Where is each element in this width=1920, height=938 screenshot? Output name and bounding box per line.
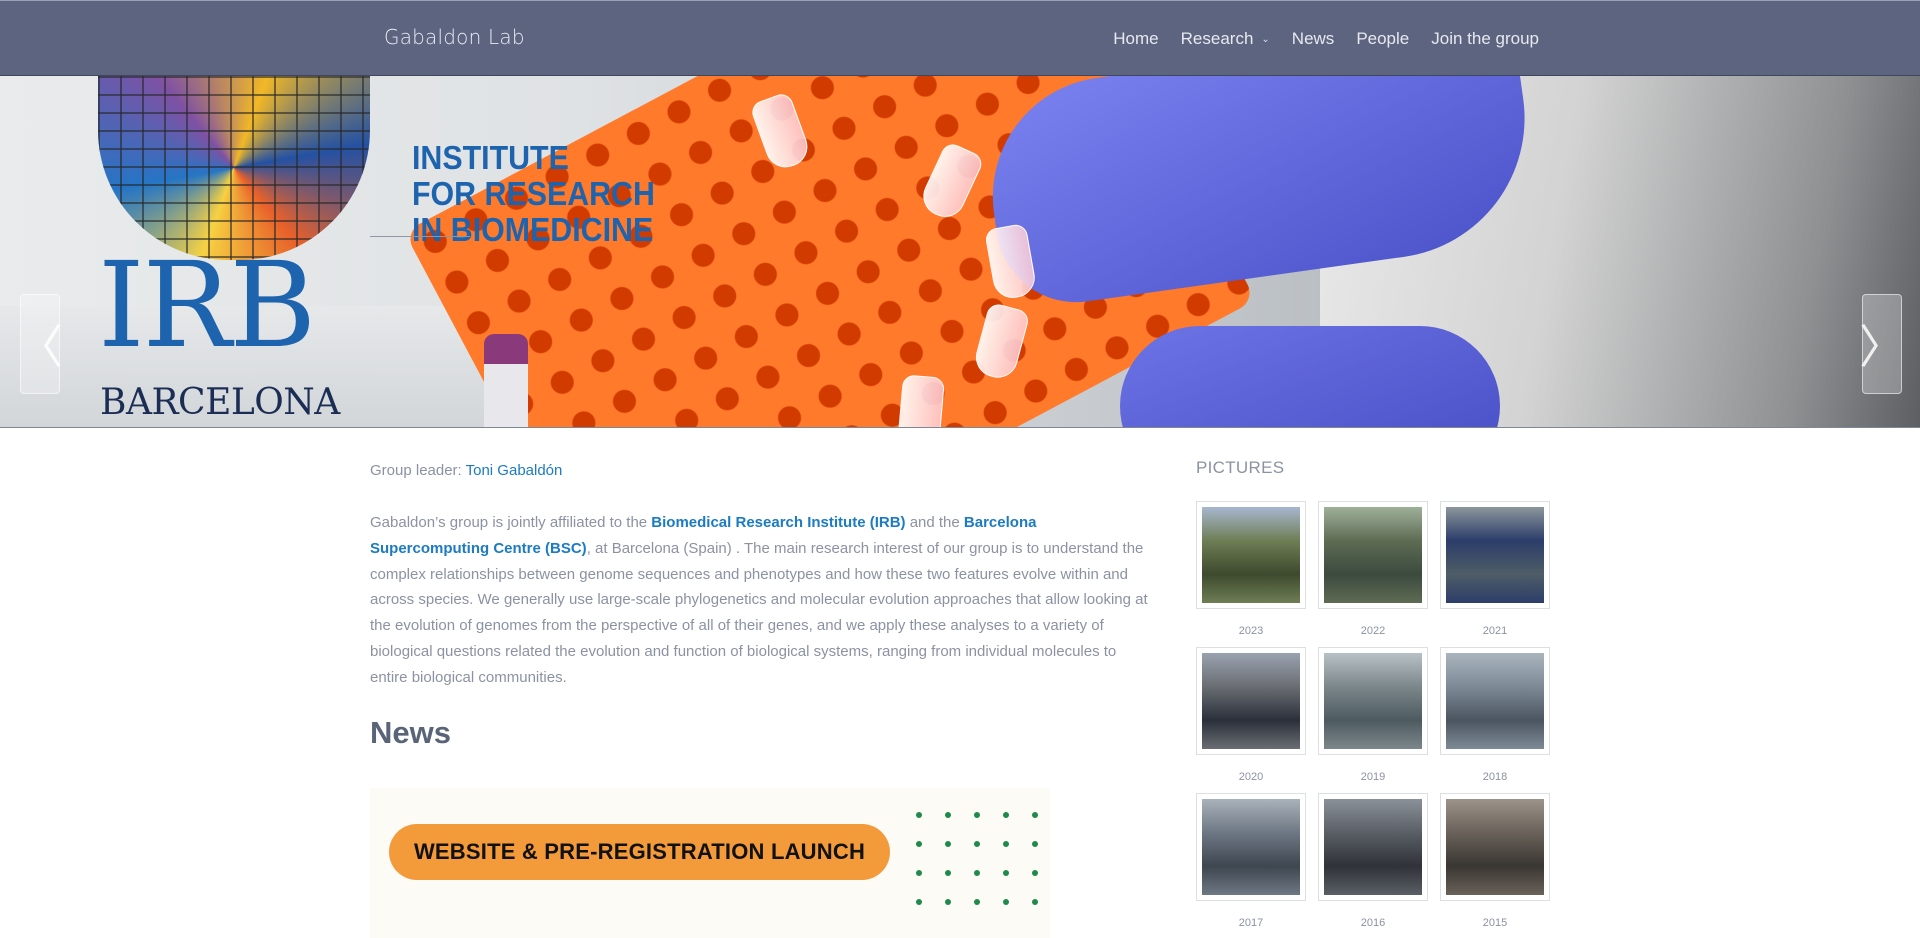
irb-link[interactable]: Biomedical Research Institute (IRB) (651, 514, 905, 531)
picture-thumbnail[interactable] (1440, 647, 1550, 755)
news-heading: News (370, 715, 451, 750)
group-photo (1202, 799, 1300, 895)
dot-decoration (974, 870, 980, 876)
nav-home[interactable]: Home (1113, 29, 1158, 49)
picture-year-label: 2023 (1238, 625, 1264, 637)
dot-decoration (1003, 899, 1009, 905)
nav-people-label: People (1356, 29, 1410, 48)
intro-text-3: , at Barcelona (Spain) . The main resear… (370, 539, 1148, 686)
nav-research[interactable]: Research ⌄ (1181, 29, 1270, 49)
dot-decoration (1032, 812, 1038, 818)
slider-prev-button[interactable]: 〈 (17, 294, 63, 394)
group-leader-label: Group leader: (370, 462, 466, 479)
picture-thumbnail[interactable] (1440, 793, 1550, 901)
dot-decoration (916, 841, 922, 847)
institute-line-3: IN BIOMEDICINE (412, 211, 654, 248)
irb-logo-city: BARCELONA (100, 382, 340, 423)
logo-divider (370, 236, 470, 237)
picture-year-label: 2019 (1360, 771, 1386, 783)
chevron-down-icon: ⌄ (1261, 33, 1270, 45)
picture-thumbnail[interactable] (1318, 793, 1428, 901)
dot-decoration (916, 870, 922, 876)
dot-decoration (1003, 870, 1009, 876)
dot-decoration (916, 812, 922, 818)
nav-news-label: News (1291, 29, 1335, 48)
institute-line-1: INSTITUTE (412, 139, 569, 176)
dot-decoration (974, 899, 980, 905)
group-photo (1202, 507, 1300, 603)
institute-logo-text: INSTITUTE FOR RESEARCH IN BIOMEDICINE (412, 140, 655, 248)
nav-join-label: Join the group (1431, 29, 1539, 48)
group-photo (1446, 653, 1544, 749)
irb-barcelona-logo: IRB BARCELONA (98, 76, 370, 428)
picture-thumbnail[interactable] (1440, 501, 1550, 609)
main-nav: Home Research ⌄ News People Join the grou… (1091, 29, 1539, 49)
top-navbar: Gabaldon Lab Home Research ⌄ News People … (0, 0, 1920, 76)
intro-text-1: Gabaldon’s group is jointly affiliated t… (370, 514, 652, 531)
group-photo (1446, 507, 1544, 603)
dot-decoration (1003, 841, 1009, 847)
irb-mosaic-emblem (98, 76, 370, 260)
picture-year-label: 2016 (1360, 917, 1386, 929)
nav-people[interactable]: People (1356, 29, 1409, 49)
news-banner[interactable]: WEBSITE & PRE-REGISTRATION LAUNCH (370, 788, 1050, 938)
site-brand-link[interactable]: Gabaldon Lab (384, 25, 525, 49)
picture-year-label: 2021 (1482, 625, 1508, 637)
dot-decoration (916, 899, 922, 905)
group-photo (1324, 653, 1422, 749)
dot-decoration (1032, 899, 1038, 905)
chevron-left-icon: 〈 (17, 320, 63, 374)
picture-thumbnail[interactable] (1196, 793, 1306, 901)
nav-news[interactable]: News (1292, 29, 1335, 49)
group-photo (1202, 653, 1300, 749)
institute-line-2: FOR RESEARCH (412, 175, 655, 212)
picture-thumbnail[interactable] (1196, 647, 1306, 755)
pictures-heading: PICTURES (1196, 458, 1285, 477)
dot-decoration (974, 841, 980, 847)
group-leader-link[interactable]: Toni Gabaldón (466, 462, 563, 479)
hero-divider (0, 427, 1920, 428)
dot-decoration (945, 841, 951, 847)
dot-decoration (945, 899, 951, 905)
picture-thumbnail[interactable] (1318, 501, 1428, 609)
hero-slider: IRB BARCELONA INSTITUTE FOR RESEARCH IN … (0, 76, 1920, 428)
picture-thumbnail[interactable] (1318, 647, 1428, 755)
picture-year-label: 2018 (1482, 771, 1508, 783)
dot-decoration (1032, 870, 1038, 876)
dot-grid-decoration (910, 804, 1050, 924)
chevron-right-icon: 〉 (1859, 320, 1905, 374)
dot-decoration (945, 870, 951, 876)
dot-decoration (945, 812, 951, 818)
picture-year-label: 2020 (1238, 771, 1264, 783)
group-leader-line: Group leader: Toni Gabaldón (370, 462, 562, 479)
nav-home-label: Home (1113, 29, 1159, 48)
nav-join-the-group[interactable]: Join the group (1431, 29, 1539, 49)
intro-text-2: and the (905, 514, 964, 531)
dot-decoration (974, 812, 980, 818)
news-banner-text: WEBSITE & PRE-REGISTRATION LAUNCH (389, 824, 890, 880)
irb-logo-text: IRB (98, 236, 316, 374)
dot-decoration (1003, 812, 1009, 818)
nav-research-label: Research (1180, 29, 1254, 48)
picture-year-label: 2022 (1360, 625, 1386, 637)
picture-year-label: 2015 (1482, 917, 1508, 929)
hero-glove-image (1120, 326, 1500, 428)
intro-paragraph: Gabaldon’s group is jointly affiliated t… (370, 510, 1152, 691)
picture-thumbnail[interactable] (1196, 501, 1306, 609)
hero-tube-image (896, 374, 946, 428)
hero-vial-image (484, 334, 528, 428)
dot-decoration (1032, 841, 1038, 847)
group-photo (1446, 799, 1544, 895)
group-photo (1324, 507, 1422, 603)
picture-year-label: 2017 (1238, 917, 1264, 929)
slider-next-button[interactable]: 〉 (1859, 294, 1905, 394)
group-photo (1324, 799, 1422, 895)
